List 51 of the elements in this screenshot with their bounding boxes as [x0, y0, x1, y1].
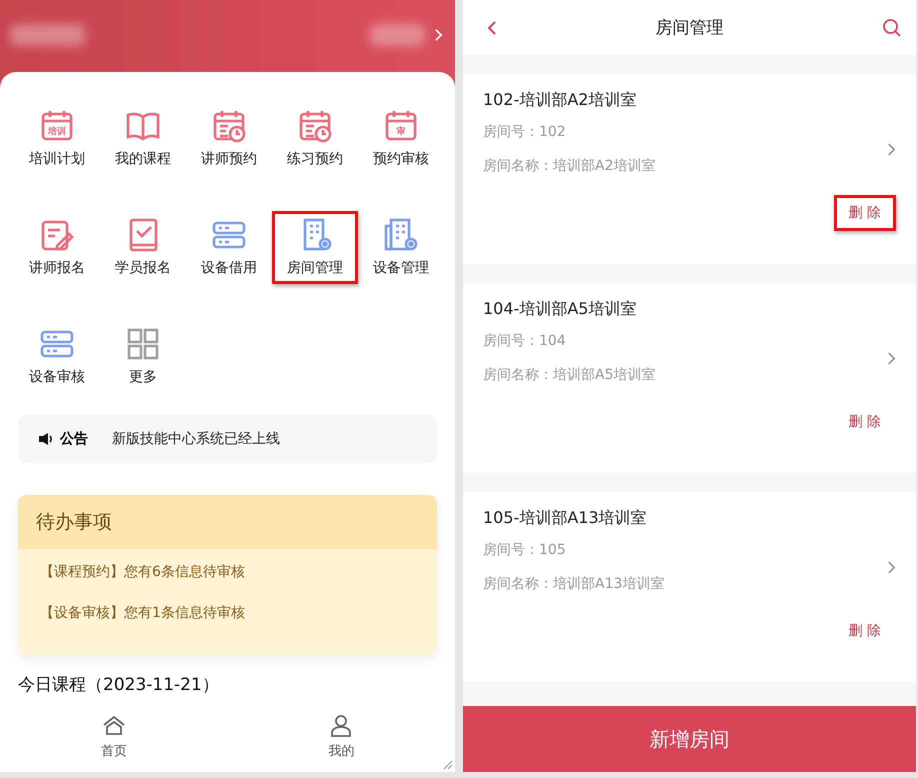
todo-item[interactable]: 【设备审核】您有1条信息待审核: [40, 604, 415, 622]
grid-icon: [125, 326, 161, 362]
menu-item[interactable]: 设备审核: [14, 320, 100, 393]
room-name: 房间名称：培训部A13培训室: [483, 575, 664, 593]
resize-grip-icon[interactable]: [441, 758, 453, 770]
room-number: 房间号：102: [483, 123, 567, 141]
notice-label: 公告: [60, 430, 88, 448]
todo-title: 待办事项: [18, 495, 437, 549]
todo-item[interactable]: 【课程预约】您有6条信息待审核: [40, 563, 415, 581]
delete-button[interactable]: 删 除: [834, 195, 896, 231]
menu-item[interactable]: 培训 培训计划: [14, 102, 100, 175]
add-room-button[interactable]: 新增房间: [463, 706, 916, 772]
calendar-icon: [211, 108, 247, 144]
calendar-icon: [297, 108, 333, 144]
notice-text: 新版技能中心系统已经上线: [112, 430, 280, 448]
home-icon: [102, 714, 126, 738]
delete-button[interactable]: 删 除: [834, 404, 896, 440]
room-title: 104-培训部A5培训室: [483, 299, 638, 320]
tab-item[interactable]: 首页: [0, 710, 228, 772]
delete-button[interactable]: 删 除: [834, 613, 896, 649]
room-number: 房间号：104: [483, 332, 567, 350]
menu-item[interactable]: 设备借用: [186, 211, 272, 284]
speaker-icon: [38, 432, 54, 446]
page-title: 房间管理: [656, 17, 724, 39]
menu-item[interactable]: 房间管理: [272, 211, 358, 284]
menu-item[interactable]: 我的课程: [100, 102, 186, 175]
room-title: 105-培训部A13培训室: [483, 508, 648, 529]
room-card[interactable]: 105-培训部A13培训室 房间号：105 房间名称：培训部A13培训室 删 除: [463, 492, 916, 682]
room-title: 102-培训部A2培训室: [483, 90, 638, 111]
room-name: 房间名称：培训部A2培训室: [483, 157, 656, 175]
back-icon[interactable]: [487, 20, 497, 36]
menu-item[interactable]: 设备管理: [358, 211, 444, 284]
menu-item[interactable]: 练习预约: [272, 102, 358, 175]
room-name: 房间名称：培训部A5培训室: [483, 366, 656, 384]
section-title: 今日课程（2023-11-21）: [18, 674, 220, 696]
chevron-right-icon[interactable]: [887, 350, 896, 366]
blurred-text: [370, 24, 425, 46]
search-icon[interactable]: [882, 18, 902, 38]
room-number: 房间号：105: [483, 541, 567, 559]
menu-item[interactable]: 审 预约审核: [358, 102, 444, 175]
chevron-right-icon[interactable]: [887, 560, 896, 574]
menu-item[interactable]: 学员报名: [100, 211, 186, 284]
tab-item[interactable]: 我的: [228, 710, 455, 772]
menu-item[interactable]: 讲师报名: [14, 211, 100, 284]
room-card[interactable]: 104-培训部A5培训室 房间号：104 房间名称：培训部A5培训室 删 除: [463, 283, 916, 473]
building-icon: [383, 217, 419, 253]
menu-item[interactable]: 更多: [100, 320, 186, 393]
room-card[interactable]: 102-培训部A2培训室 房间号：102 房间名称：培训部A2培训室 删 除: [463, 74, 916, 264]
chevron-right-icon[interactable]: [887, 142, 896, 156]
user-icon: [329, 714, 354, 738]
menu-item[interactable]: 讲师预约: [186, 102, 272, 175]
